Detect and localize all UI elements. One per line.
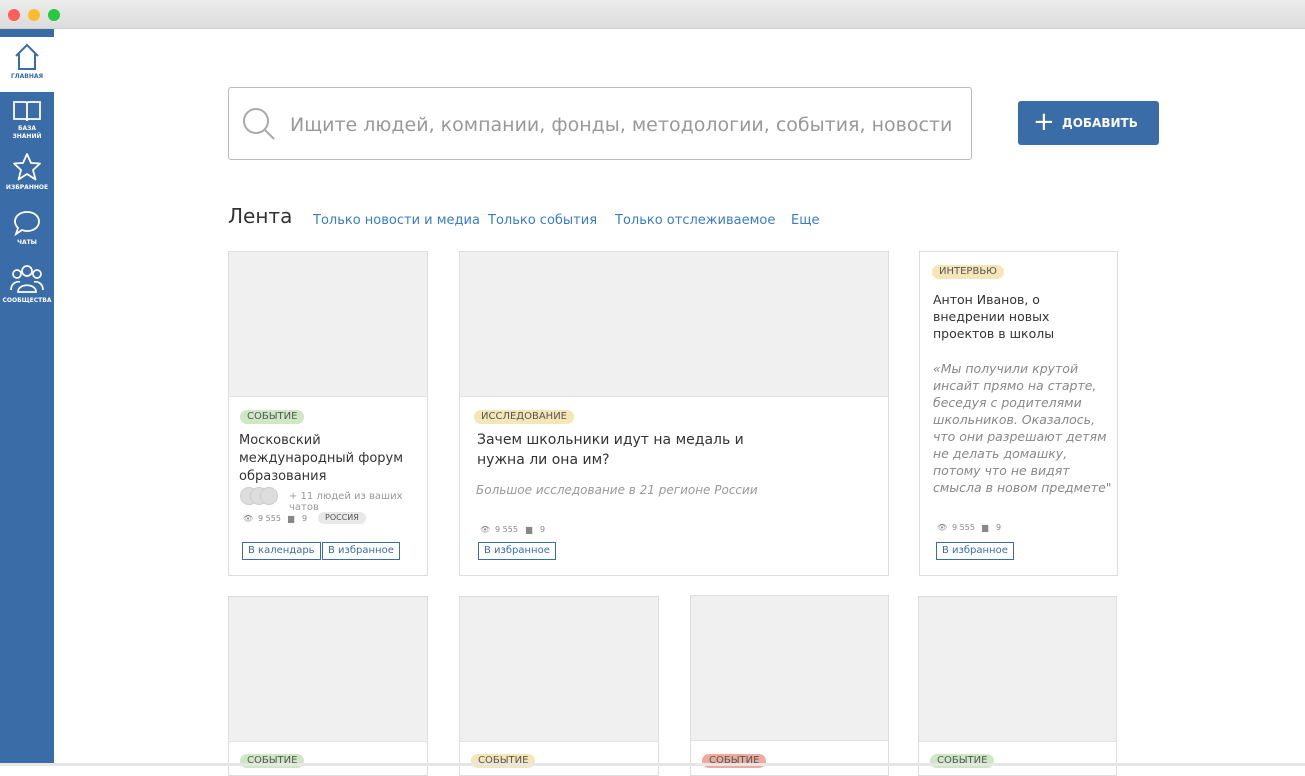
search-input[interactable]: Ищите людей, компании, фонды, методологи… bbox=[290, 114, 952, 136]
card-title: Зачем школьники идут на медаль и нужна л… bbox=[477, 432, 744, 468]
feed-card[interactable]: СОБЫТИЕ bbox=[459, 596, 659, 776]
add-to-favorites-button[interactable]: В избранное bbox=[322, 542, 400, 560]
star-icon bbox=[13, 153, 41, 181]
card-title: Антон Иванов, о внедрении новых проектов… bbox=[933, 292, 1055, 341]
comments-icon: ▆ bbox=[982, 523, 989, 532]
sidebar-item-communities[interactable]: СООБЩЕСТВА bbox=[0, 263, 54, 305]
sidebar-item-knowledge[interactable]: БАЗА ЗНАНИЙ bbox=[0, 99, 54, 141]
feed-card[interactable]: СОБЫТИЕ bbox=[228, 596, 428, 776]
card-tag: ИССЛЕДОВАНИЕ bbox=[474, 410, 574, 424]
sidebar-item-label: СООБЩЕСТВА bbox=[2, 297, 52, 304]
people-icon bbox=[10, 265, 44, 293]
views-count: 9 555 bbox=[258, 514, 281, 523]
feed-card[interactable]: СОБЫТИЕ bbox=[918, 596, 1117, 776]
card-tag: ИНТЕРВЬЮ bbox=[932, 265, 1004, 279]
add-button-label: ДОБАВИТЬ bbox=[1062, 116, 1138, 130]
card-image bbox=[460, 252, 888, 397]
comments-count: 9 bbox=[540, 525, 546, 534]
sidebar-item-chats[interactable]: ЧАТЫ bbox=[0, 209, 54, 247]
sidebar-item-home[interactable]: ГЛАВНАЯ bbox=[0, 37, 54, 92]
filter-news-media[interactable]: Только новости и медиа bbox=[313, 213, 480, 228]
views-count: 9 555 bbox=[495, 525, 518, 534]
sidebar: ГЛАВНАЯ БАЗА ЗНАНИЙ ИЗБРАННОЕ ЧАТЫ СООБЩ… bbox=[0, 29, 54, 766]
views-count: 9 555 bbox=[952, 523, 975, 532]
add-to-calendar-button[interactable]: В календарь bbox=[242, 542, 321, 560]
views-icon: 👁 bbox=[480, 525, 491, 534]
filter-followed[interactable]: Только отслеживаемое bbox=[615, 213, 775, 228]
sidebar-item-favorites[interactable]: ИЗБРАННОЕ bbox=[0, 152, 54, 192]
views-icon: 👁 bbox=[243, 514, 254, 523]
comments-count: 9 bbox=[996, 523, 1002, 532]
plus-icon: + bbox=[1033, 107, 1055, 137]
filter-events[interactable]: Только события bbox=[488, 213, 597, 228]
search-box[interactable]: Ищите людей, компании, фонды, методологи… bbox=[228, 87, 972, 160]
maximize-window-button[interactable] bbox=[48, 9, 60, 21]
search-icon bbox=[243, 108, 275, 140]
card-image bbox=[919, 597, 1116, 742]
comments-count: 9 bbox=[302, 514, 308, 523]
people-count: + 11 людей из ваших чатов bbox=[289, 491, 403, 513]
card-image bbox=[229, 597, 427, 742]
comments-icon: ▆ bbox=[526, 525, 533, 534]
minimize-window-button[interactable] bbox=[28, 9, 40, 21]
region-tag: РОССИЯ bbox=[318, 512, 366, 524]
feed-title: Лента bbox=[228, 204, 293, 228]
feed-card[interactable]: СОБЫТИЕ Московский международный форум о… bbox=[228, 251, 428, 576]
feed-card[interactable]: ИССЛЕДОВАНИЕ Зачем школьники идут на мед… bbox=[459, 251, 889, 576]
sidebar-item-label: ЧАТЫ bbox=[17, 239, 37, 246]
filter-more[interactable]: Еще bbox=[791, 213, 819, 228]
card-title: Московский международный форум образован… bbox=[239, 433, 404, 484]
card-image bbox=[229, 252, 427, 397]
sidebar-item-label: ГЛАВНАЯ bbox=[10, 73, 44, 80]
feed-card[interactable]: ИНТЕРВЬЮ Антон Иванов, о внедрении новых… bbox=[919, 251, 1118, 576]
card-quote: «Мы получили крутой инсайт прямо на стар… bbox=[933, 361, 1112, 495]
feed-card[interactable]: СОБЫТИЕ bbox=[690, 595, 889, 776]
comments-icon: ▆ bbox=[288, 514, 295, 523]
sidebar-item-label: ИЗБРАННОЕ bbox=[5, 184, 49, 191]
add-to-favorites-button[interactable]: В избранное bbox=[478, 542, 556, 560]
book-icon bbox=[13, 101, 41, 122]
home-icon bbox=[15, 43, 39, 70]
card-image bbox=[460, 597, 658, 742]
card-subtitle: Большое исследование в 21 регионе России bbox=[476, 483, 758, 497]
card-tag: СОБЫТИЕ bbox=[240, 410, 305, 424]
add-to-favorites-button[interactable]: В избранное bbox=[936, 542, 1014, 560]
close-window-button[interactable] bbox=[8, 9, 20, 21]
views-icon: 👁 bbox=[937, 523, 948, 532]
add-button[interactable]: + ДОБАВИТЬ bbox=[1018, 101, 1159, 145]
sidebar-item-label: БАЗА ЗНАНИЙ bbox=[12, 125, 42, 140]
card-image bbox=[691, 596, 888, 741]
chat-icon bbox=[14, 211, 40, 237]
window-titlebar bbox=[0, 0, 1305, 29]
